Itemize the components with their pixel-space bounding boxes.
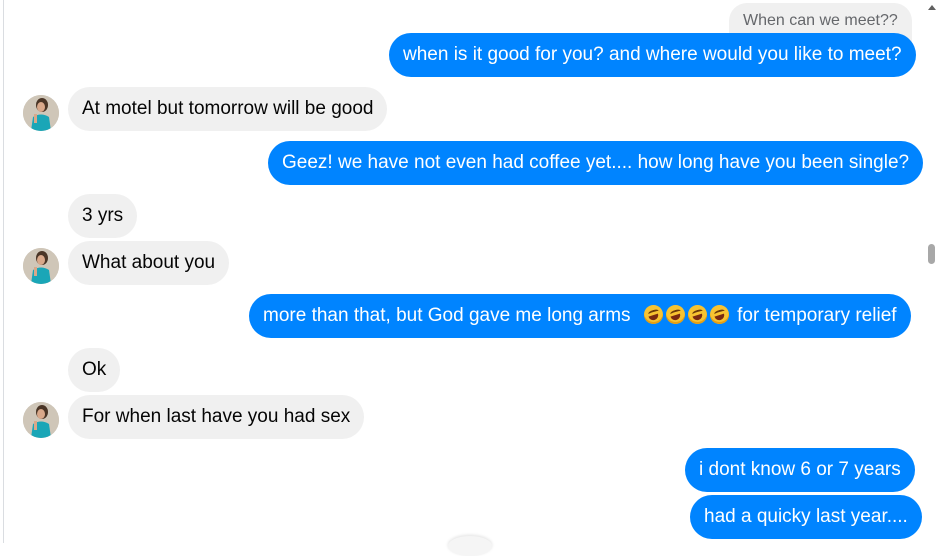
message-text: 3 yrs <box>82 205 124 226</box>
scroll-to-bottom-button[interactable] <box>448 536 492 556</box>
message-text: more than that, but God gave me long arm… <box>263 305 631 326</box>
contact-avatar[interactable] <box>23 95 59 131</box>
message-text: Geez! we have not even had coffee yet...… <box>282 152 910 173</box>
outgoing-message[interactable]: Geez! we have not even had coffee yet...… <box>268 141 924 185</box>
contact-avatar[interactable] <box>23 402 59 438</box>
incoming-message[interactable]: Ok <box>68 348 121 392</box>
message-text: when is it good for you? and where would… <box>403 44 902 65</box>
message-text: For when last have you had sex <box>82 406 351 427</box>
message-text: What about you <box>82 252 216 273</box>
message-text: had a quicky last year.... <box>704 506 908 527</box>
message-text: i dont know 6 or 7 years <box>699 459 901 480</box>
incoming-message[interactable]: What about you <box>68 241 230 285</box>
messenger-chat-window: When can we meet?? when is it good for y… <box>0 0 947 556</box>
message-text: At motel but tomorrow will be good <box>82 98 374 119</box>
conversation-thread[interactable]: When can we meet?? when is it good for y… <box>0 0 925 556</box>
laughing-emoji-icon <box>643 305 732 326</box>
contact-avatar[interactable] <box>23 248 59 284</box>
scrollbar-thumb[interactable] <box>928 244 935 264</box>
scrollbar-track[interactable] <box>925 0 942 543</box>
avatar-photo-icon <box>23 402 59 438</box>
incoming-message[interactable]: For when last have you had sex <box>68 395 365 439</box>
quoted-reply-text: When can we meet?? <box>743 12 898 29</box>
outgoing-message[interactable]: i dont know 6 or 7 years <box>685 448 915 492</box>
incoming-message[interactable]: 3 yrs <box>68 194 138 238</box>
outgoing-message[interactable]: had a quicky last year.... <box>690 495 922 539</box>
avatar-photo-icon <box>23 95 59 131</box>
outgoing-message[interactable]: more than that, but God gave me long arm… <box>249 294 911 338</box>
incoming-message[interactable]: At motel but tomorrow will be good <box>68 87 388 131</box>
message-text: Ok <box>82 359 107 380</box>
outgoing-message[interactable]: when is it good for you? and where would… <box>389 33 916 77</box>
message-text: for temporary relief <box>737 305 897 326</box>
avatar-photo-icon <box>23 248 59 284</box>
scroll-up-arrow-icon[interactable] <box>928 5 936 10</box>
